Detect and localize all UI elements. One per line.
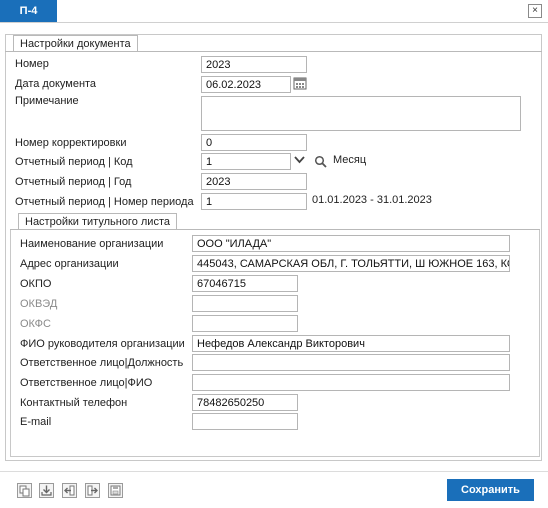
move-left-icon[interactable] (62, 483, 77, 498)
okfs-label: ОКФС (20, 318, 51, 330)
period-code-label: Отчетный период | Код (15, 156, 133, 168)
note-label: Примечание (15, 95, 79, 107)
okved-label: ОКВЭД (20, 298, 58, 310)
okpo-label: ОКПО (20, 278, 52, 290)
okfs-input[interactable] (192, 315, 298, 332)
footer-divider (0, 471, 548, 472)
org-name-input[interactable]: ООО "ИЛАДА" (192, 235, 510, 252)
chevron-down-icon[interactable] (293, 155, 306, 165)
calendar-icon[interactable] (293, 76, 307, 90)
period-number-label: Отчетный период | Номер периода (15, 196, 194, 208)
period-year-input[interactable]: 2023 (201, 173, 307, 190)
head-fio-input[interactable]: Нефедов Александр Викторович (192, 335, 510, 352)
period-range-text: 01.01.2023 - 31.01.2023 (312, 194, 432, 206)
window-title-tab: П-4 (0, 0, 57, 22)
phone-input[interactable]: 78482650250 (192, 394, 298, 411)
okpo-input[interactable]: 67046715 (192, 275, 298, 292)
org-address-label: Адрес организации (20, 258, 119, 270)
correction-label: Номер корректировки (15, 137, 127, 149)
import-icon[interactable] (39, 483, 54, 498)
email-label: E-mail (20, 416, 52, 428)
note-textarea[interactable] (201, 96, 521, 131)
email-input[interactable] (192, 413, 298, 430)
doc-date-input[interactable]: 06.02.2023 (201, 76, 291, 93)
doc-date-label: Дата документа (15, 78, 97, 90)
correction-input[interactable]: 0 (201, 134, 307, 151)
floppy-icon[interactable] (108, 483, 123, 498)
org-address-input[interactable]: 445043, САМАРСКАЯ ОБЛ, Г. ТОЛЬЯТТИ, Ш ЮЖ… (192, 255, 510, 272)
okved-input[interactable] (192, 295, 298, 312)
resp-fio-input[interactable] (192, 374, 510, 391)
number-input[interactable]: 2023 (201, 56, 307, 73)
phone-label: Контактный телефон (20, 397, 128, 409)
tab-title-sheet-settings[interactable]: Настройки титульного листа (18, 213, 177, 230)
period-year-label: Отчетный период | Год (15, 176, 132, 188)
tab-document-settings[interactable]: Настройки документа (13, 35, 138, 52)
period-number-input[interactable]: 1 (201, 193, 307, 210)
save-button[interactable]: Сохранить (447, 479, 534, 501)
resp-position-label: Ответственное лицо|Должность (20, 357, 184, 369)
period-type-label: Месяц (333, 154, 367, 166)
header-divider (0, 22, 548, 23)
number-label: Номер (15, 58, 49, 70)
org-name-label: Наименование организации (20, 238, 164, 250)
head-fio-label: ФИО руководителя организации (20, 338, 185, 350)
resp-position-input[interactable] (192, 354, 510, 371)
search-icon[interactable] (314, 155, 327, 168)
close-button[interactable]: × (528, 4, 542, 18)
resp-fio-label: Ответственное лицо|ФИО (20, 377, 153, 389)
copy-icon[interactable] (17, 483, 32, 498)
tab-divider (5, 51, 542, 52)
move-right-icon[interactable] (85, 483, 100, 498)
period-code-select[interactable]: 1 (201, 153, 291, 170)
